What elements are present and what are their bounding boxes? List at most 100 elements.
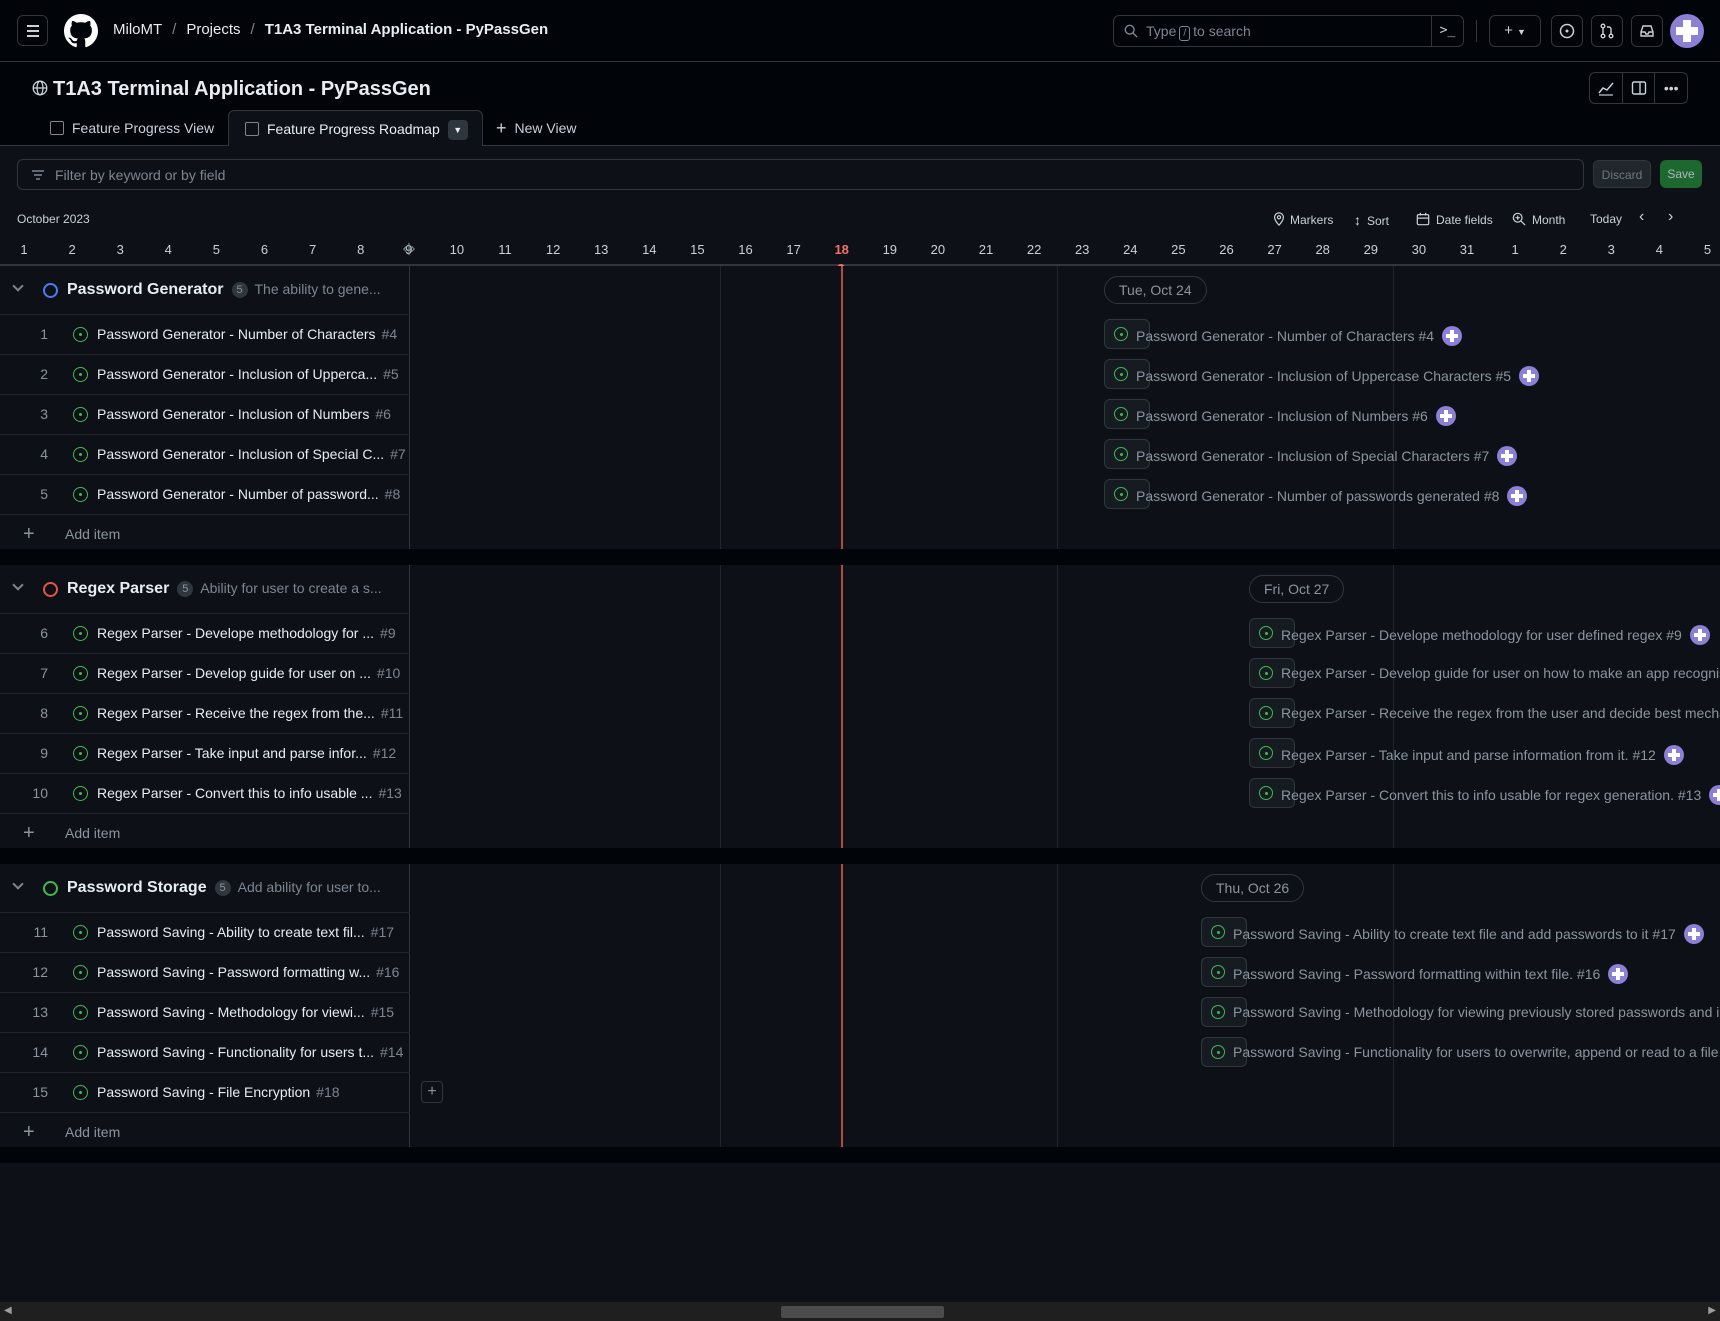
- roadmap-item-bar[interactable]: Password Saving - Functionality for user…: [1201, 1037, 1720, 1067]
- table-row[interactable]: 9 Regex Parser - Take input and parse inf…: [0, 733, 410, 773]
- assignee-avatar[interactable]: [1608, 964, 1629, 984]
- inbox-icon[interactable]: [1631, 15, 1663, 47]
- roadmap-item-bar[interactable]: Regex Parser - Receive the regex from th…: [1249, 698, 1720, 728]
- table-row[interactable]: 3 Password Generator - Inclusion of Numbe…: [0, 394, 410, 434]
- assignee-avatar[interactable]: [1519, 366, 1540, 386]
- today-button[interactable]: Today: [1590, 212, 1622, 226]
- issue-title-link[interactable]: Password Generator - Inclusion of Upperc…: [97, 366, 399, 382]
- assignee-avatar[interactable]: [1709, 785, 1720, 805]
- issue-title[interactable]: Password Saving - Ability to create text…: [97, 924, 365, 940]
- table-row[interactable]: 15 Password Saving - File Encryption #18: [0, 1072, 410, 1112]
- roadmap-item-bar[interactable]: Regex Parser - Convert this to info usab…: [1249, 778, 1720, 808]
- issue-title-link[interactable]: Regex Parser - Develope methodology for …: [97, 625, 396, 641]
- table-row[interactable]: 7 Regex Parser - Develop guide for user o…: [0, 653, 410, 693]
- insights-icon[interactable]: [1590, 73, 1623, 103]
- discard-button[interactable]: Discard: [1593, 160, 1651, 188]
- filter-input[interactable]: Filter by keyword or by field: [17, 159, 1584, 190]
- add-date-button[interactable]: +: [421, 1081, 443, 1103]
- issue-title-link[interactable]: Regex Parser - Develop guide for user on…: [97, 665, 400, 681]
- issue-title[interactable]: Password Saving - Functionality for user…: [97, 1044, 374, 1060]
- issue-title[interactable]: Password Generator - Inclusion of Upperc…: [97, 366, 377, 382]
- breadcrumb-owner[interactable]: MiloMT: [113, 21, 162, 38]
- roadmap-item-bar[interactable]: Password Generator - Inclusion of Specia…: [1104, 439, 1720, 469]
- github-logo-icon[interactable]: [64, 14, 98, 48]
- issue-title-link[interactable]: Password Saving - Ability to create text…: [97, 924, 394, 940]
- tab-options-chevron-icon[interactable]: ▼: [447, 120, 468, 141]
- issue-title-link[interactable]: Password Saving - Password formatting w.…: [97, 964, 399, 980]
- roadmap-item-bar[interactable]: Password Generator - Inclusion of Number…: [1104, 399, 1720, 429]
- tab-feature-progress-roadmap[interactable]: Feature Progress Roadmap ▼: [228, 110, 483, 147]
- sort-button[interactable]: ↕ Sort: [1354, 212, 1389, 228]
- table-row[interactable]: 12 Password Saving - Password formatting …: [0, 952, 410, 992]
- roadmap-item-bar[interactable]: Password Generator - Number of passwords…: [1104, 479, 1720, 509]
- assignee-avatar[interactable]: [1435, 406, 1456, 426]
- scroll-left-arrow-icon[interactable]: ◀: [4, 1305, 12, 1316]
- roadmap-item-bar[interactable]: Regex Parser - Develop guide for user on…: [1249, 658, 1720, 688]
- issues-icon[interactable]: [1551, 15, 1583, 47]
- issue-title-link[interactable]: Password Saving - Methodology for viewi.…: [97, 1004, 394, 1020]
- table-row[interactable]: 6 Regex Parser - Develope methodology for…: [0, 613, 410, 653]
- group-header[interactable]: Regex Parser 5 Ability for user to create …: [0, 565, 410, 613]
- add-item-button[interactable]: + Add item: [0, 813, 410, 853]
- menu-button[interactable]: [17, 15, 48, 46]
- create-new-button[interactable]: + ▼: [1489, 15, 1541, 47]
- group-header[interactable]: Password Generator 5 The ability to gene..…: [0, 266, 410, 314]
- assignee-avatar[interactable]: [1442, 326, 1463, 346]
- table-row[interactable]: 11 Password Saving - Ability to create te…: [0, 912, 410, 952]
- previous-chevron-icon[interactable]: ‹: [1639, 208, 1644, 226]
- scrollbar-thumb[interactable]: [781, 1306, 944, 1318]
- breadcrumb-projects[interactable]: Projects: [186, 21, 240, 38]
- table-row[interactable]: 1 Password Generator - Number of Characte…: [0, 314, 410, 354]
- issue-title[interactable]: Regex Parser - Convert this to info usab…: [97, 785, 372, 801]
- breadcrumb-project[interactable]: T1A3 Terminal Application - PyPassGen: [265, 21, 548, 38]
- roadmap-item-bar[interactable]: Password Generator - Number of Character…: [1104, 319, 1720, 349]
- next-chevron-icon[interactable]: ›: [1668, 208, 1673, 226]
- add-item-button[interactable]: + Add item: [0, 514, 410, 554]
- issue-title-link[interactable]: Regex Parser - Receive the regex from th…: [97, 705, 403, 721]
- issue-title[interactable]: Password Generator - Inclusion of Number…: [97, 406, 369, 422]
- search-input[interactable]: Type / to search >_: [1113, 15, 1464, 47]
- command-palette-button[interactable]: >_: [1431, 16, 1463, 46]
- table-row[interactable]: 14 Password Saving - Functionality for us…: [0, 1032, 410, 1072]
- table-row[interactable]: 5 Password Generator - Number of password…: [0, 474, 410, 514]
- issue-title[interactable]: Regex Parser - Take input and parse info…: [97, 745, 367, 761]
- zoom-button[interactable]: Month: [1512, 212, 1565, 227]
- horizontal-scrollbar[interactable]: ◀ ▶: [0, 1302, 1720, 1321]
- more-options-icon[interactable]: •••: [1655, 73, 1687, 103]
- tab-feature-progress-view[interactable]: Feature Progress View: [50, 110, 214, 147]
- issue-title-link[interactable]: Regex Parser - Take input and parse info…: [97, 745, 396, 761]
- user-avatar[interactable]: [1670, 14, 1704, 48]
- new-view-button[interactable]: + New View: [496, 110, 577, 147]
- save-button[interactable]: Save: [1660, 160, 1702, 188]
- pull-requests-icon[interactable]: [1591, 15, 1623, 47]
- table-row[interactable]: 10 Regex Parser - Convert this to info us…: [0, 773, 410, 813]
- collapse-chevron-icon[interactable]: [12, 280, 24, 292]
- markers-button[interactable]: Markers: [1272, 212, 1333, 227]
- issue-title[interactable]: Regex Parser - Receive the regex from th…: [97, 705, 375, 721]
- table-row[interactable]: 2 Password Generator - Inclusion of Upper…: [0, 354, 410, 394]
- column-resize-handle-icon[interactable]: [389, 242, 429, 259]
- issue-title-link[interactable]: Password Saving - Functionality for user…: [97, 1044, 403, 1060]
- date-fields-button[interactable]: Date fields: [1416, 212, 1493, 227]
- assignee-avatar[interactable]: [1663, 745, 1684, 765]
- table-row[interactable]: 13 Password Saving - Methodology for view…: [0, 992, 410, 1032]
- issue-title-link[interactable]: Password Generator - Number of Character…: [97, 326, 397, 342]
- assignee-avatar[interactable]: [1497, 446, 1518, 466]
- assignee-avatar[interactable]: [1507, 486, 1528, 506]
- issue-title[interactable]: Password Generator - Inclusion of Specia…: [97, 446, 384, 462]
- roadmap-item-bar[interactable]: Regex Parser - Develope methodology for …: [1249, 618, 1720, 648]
- issue-title-link[interactable]: Password Saving - File Encryption #18: [97, 1084, 340, 1100]
- roadmap-item-bar[interactable]: Password Saving - Methodology for viewin…: [1201, 997, 1720, 1027]
- table-row[interactable]: 4 Password Generator - Inclusion of Speci…: [0, 434, 410, 474]
- issue-title-link[interactable]: Regex Parser - Convert this to info usab…: [97, 785, 402, 801]
- issue-title[interactable]: Password Saving - File Encryption: [97, 1084, 310, 1100]
- issue-title[interactable]: Password Saving - Password formatting w.…: [97, 964, 370, 980]
- collapse-chevron-icon[interactable]: [12, 878, 24, 890]
- assignee-avatar[interactable]: [1689, 625, 1710, 645]
- scroll-right-arrow-icon[interactable]: ▶: [1708, 1305, 1716, 1316]
- roadmap-item-bar[interactable]: Regex Parser - Take input and parse info…: [1249, 738, 1720, 768]
- issue-title[interactable]: Password Generator - Number of Character…: [97, 326, 376, 342]
- issue-title-link[interactable]: Password Generator - Inclusion of Number…: [97, 406, 391, 422]
- issue-title[interactable]: Regex Parser - Develope methodology for …: [97, 625, 374, 641]
- assignee-avatar[interactable]: [1683, 924, 1704, 944]
